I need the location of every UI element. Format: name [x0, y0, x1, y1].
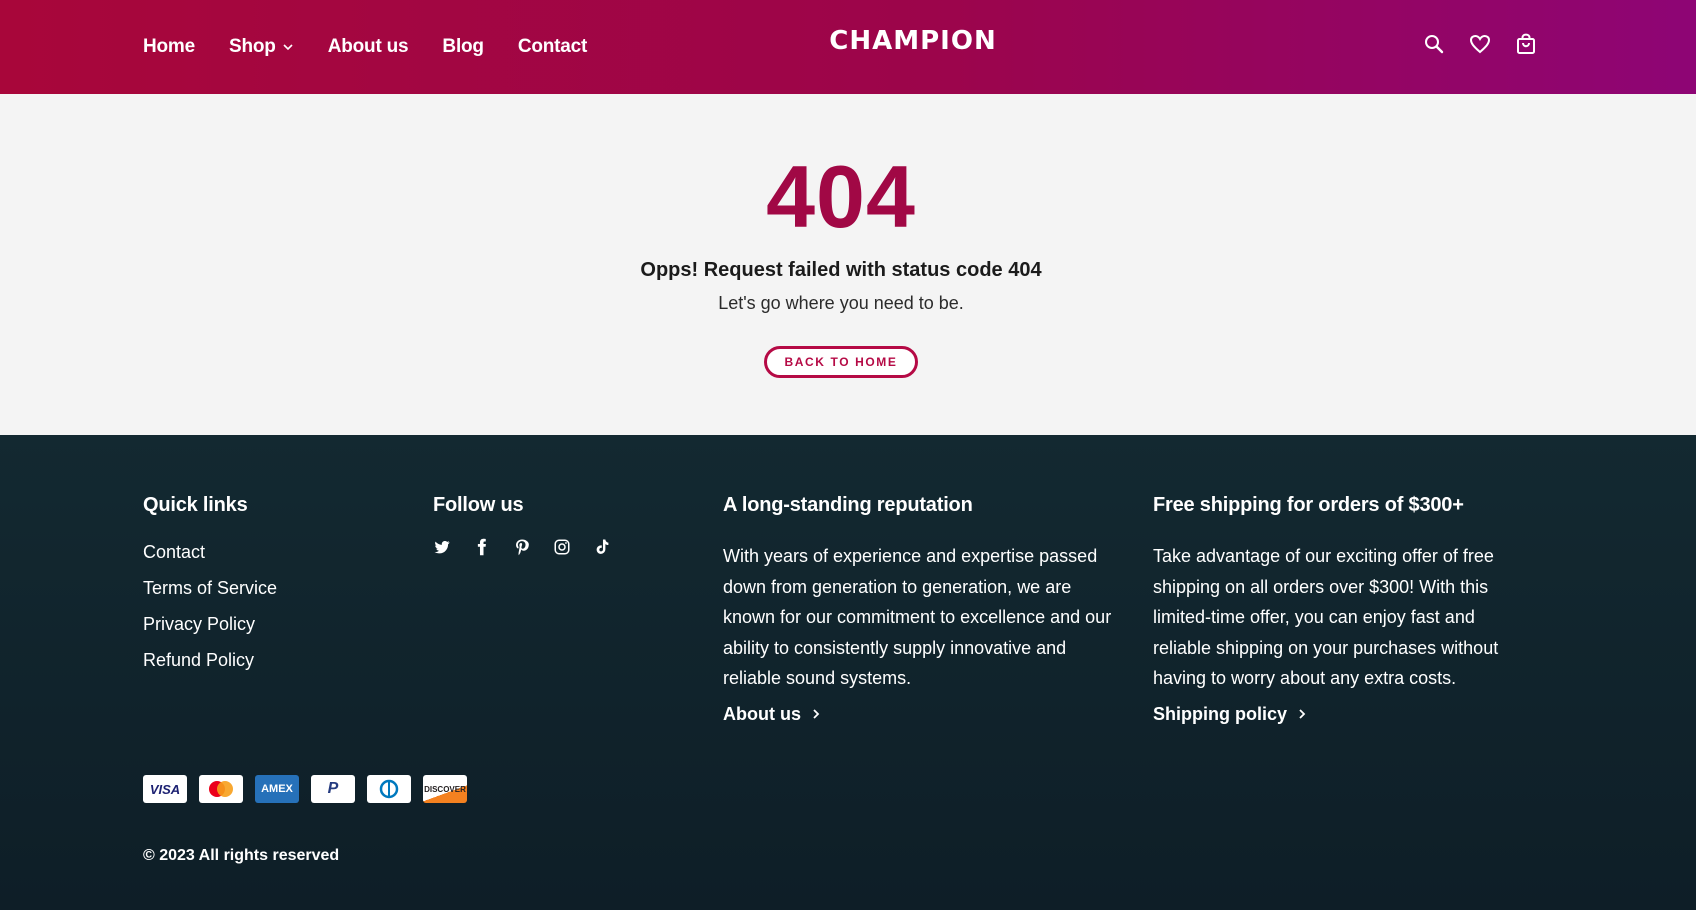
about-us-link-label: About us	[723, 703, 801, 724]
twitter-icon[interactable]	[433, 538, 451, 556]
shipping-column: Free shipping for orders of $300+ Take a…	[1153, 494, 1533, 725]
site-header: Home Shop About us Blog Contact CHAMPION	[0, 0, 1696, 94]
chevron-right-icon	[1299, 709, 1306, 719]
chevron-right-icon	[813, 709, 820, 719]
quick-links-heading: Quick links	[143, 494, 248, 516]
social-links	[433, 538, 611, 556]
back-button-wrap: BACK TO HOME	[0, 346, 1696, 378]
error-code: 404	[766, 147, 916, 246]
shipping-policy-link[interactable]: Shipping policy	[1153, 704, 1308, 725]
footer-link-contact[interactable]: Contact	[143, 542, 277, 563]
about-us-link[interactable]: About us	[723, 704, 822, 725]
reputation-text: With years of experience and expertise p…	[723, 546, 1112, 688]
payment-methods: VISA AMEX P DISCOVER	[143, 775, 467, 803]
header-actions	[1422, 32, 1538, 56]
paypal-icon: P	[311, 775, 355, 803]
amex-icon: AMEX	[255, 775, 299, 803]
search-icon[interactable]	[1422, 32, 1446, 56]
pinterest-icon[interactable]	[513, 538, 531, 556]
error-section: 404 Opps! Request failed with status cod…	[0, 94, 1696, 435]
back-to-home-button[interactable]: BACK TO HOME	[763, 346, 919, 378]
facebook-icon[interactable]	[473, 538, 491, 556]
reputation-column: A long-standing reputation With years of…	[723, 494, 1123, 725]
error-subtitle: Let's go where you need to be.	[718, 293, 964, 313]
reputation-heading: A long-standing reputation	[723, 494, 973, 516]
diners-club-icon	[367, 775, 411, 803]
discover-icon: DISCOVER	[423, 775, 467, 803]
footer-link-terms[interactable]: Terms of Service	[143, 578, 277, 599]
follow-heading: Follow us	[433, 494, 524, 516]
mastercard-icon	[199, 775, 243, 803]
error-title: Opps! Request failed with status code 40…	[640, 259, 1042, 281]
instagram-icon[interactable]	[553, 538, 571, 556]
follow-column: Follow us	[433, 494, 611, 556]
shopping-bag-icon[interactable]	[1514, 32, 1538, 56]
footer-link-refund[interactable]: Refund Policy	[143, 650, 277, 671]
shipping-policy-link-label: Shipping policy	[1153, 703, 1287, 724]
quick-links-column: Quick links Contact Terms of Service Pri…	[143, 494, 277, 686]
visa-icon: VISA	[143, 775, 187, 803]
tiktok-icon[interactable]	[593, 538, 611, 556]
site-footer: Quick links Contact Terms of Service Pri…	[0, 435, 1696, 910]
shipping-heading: Free shipping for orders of $300+	[1153, 494, 1464, 516]
footer-link-privacy[interactable]: Privacy Policy	[143, 614, 277, 635]
shipping-text: Take advantage of our exciting offer of …	[1153, 546, 1499, 688]
copyright: © 2023 All rights reserved	[143, 847, 340, 864]
heart-icon[interactable]	[1468, 32, 1492, 56]
